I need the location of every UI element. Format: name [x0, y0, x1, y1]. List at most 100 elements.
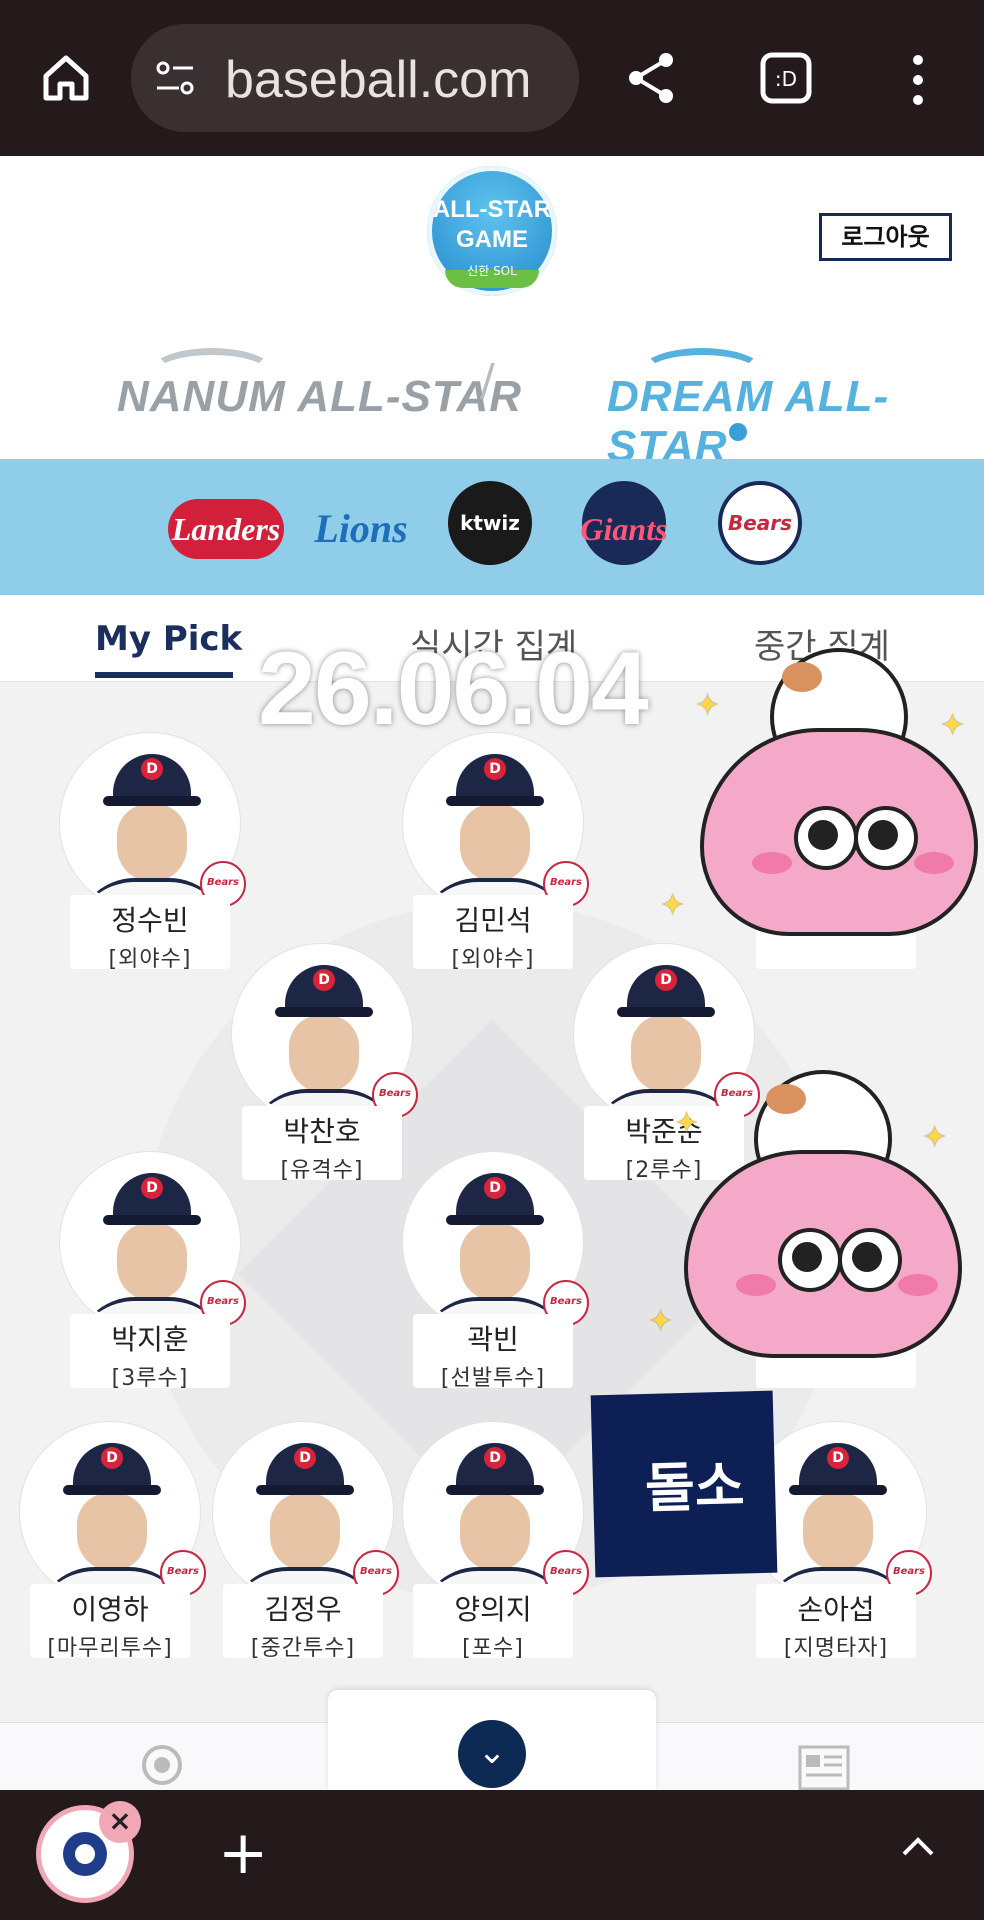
sparkle-icon: ✦	[922, 1120, 948, 1155]
cap-bill	[446, 1215, 544, 1225]
url-text: baseball.com	[225, 51, 532, 109]
tab-my-pick[interactable]: My Pick	[95, 619, 242, 659]
player-card[interactable]: D Bears 이영하 [마무리투수]	[20, 1422, 206, 1662]
browser-toolbar: baseball.com :D	[0, 0, 984, 156]
team-d-logo-icon: D	[484, 1177, 506, 1199]
cap-bill	[446, 1485, 544, 1495]
player-card[interactable]: D Bears 곽빈 [선발투수]	[403, 1152, 589, 1392]
player-namecard: 김정우 [중간투수]	[223, 1584, 383, 1661]
kbo-logo-icon[interactable]	[140, 1743, 184, 1787]
player-namecard: 박지훈 [3루수]	[70, 1314, 230, 1391]
sparkle-icon: ✦	[695, 688, 721, 723]
sticker-bottom: ✦ ✦ ✦	[648, 1070, 962, 1390]
player-namecard: 이영하 [마무리투수]	[30, 1584, 190, 1661]
player-name: 곽빈	[467, 1323, 519, 1356]
player-card[interactable]: D Bears 양의지 [포수]	[403, 1422, 589, 1662]
player-face	[289, 1015, 359, 1093]
player-face	[460, 1223, 530, 1301]
player-card[interactable]: D Bears 김정우 [중간투수]	[213, 1422, 399, 1662]
selected-indicator	[729, 423, 747, 441]
logo-sponsor: 신한 SOL	[467, 264, 517, 278]
team-d-logo-icon: D	[484, 758, 506, 780]
team-d-logo-icon: D	[141, 758, 163, 780]
cap-bill	[63, 1485, 161, 1495]
chevron-up-icon[interactable]	[898, 1830, 938, 1860]
player-card[interactable]: D Bears 김민석 [외야수]	[403, 733, 589, 973]
team-bears-label: Bears	[727, 511, 793, 535]
team-lions[interactable]: Lions	[306, 499, 416, 559]
player-namecard: 손아섭 [지명타자]	[756, 1584, 916, 1661]
allstar-game-logo: ALL-STAR GAME 신한 SOL	[427, 166, 557, 296]
player-position: [마무리투수]	[47, 1636, 173, 1661]
player-card[interactable]: D Bears 박지훈 [3루수]	[60, 1152, 246, 1392]
player-name: 손아섭	[797, 1593, 875, 1626]
news-icon[interactable]	[798, 1745, 850, 1791]
team-ktwiz-label: ktwiz	[460, 511, 520, 535]
team-landers[interactable]: Landers	[168, 499, 284, 559]
player-name: 정수빈	[111, 904, 189, 937]
player-face	[460, 804, 530, 882]
player-name: 이영하	[71, 1593, 149, 1626]
player-position: [3루수]	[111, 1366, 189, 1391]
team-d-logo-icon: D	[827, 1447, 849, 1469]
team-d-logo-icon: D	[484, 1447, 506, 1469]
chevron-down-icon[interactable]: ⌄	[458, 1720, 526, 1788]
tab-switcher-icon[interactable]: :D	[759, 52, 815, 104]
new-tab-icon[interactable]: +	[218, 1818, 268, 1888]
player-name: 양의지	[454, 1593, 532, 1626]
more-menu-icon[interactable]	[906, 52, 930, 108]
sticker-top: ✦ ✦ ✦	[660, 648, 978, 968]
league-separator: /	[480, 355, 495, 406]
cap-bill	[789, 1485, 887, 1495]
cap-bill	[256, 1485, 354, 1495]
address-bar[interactable]: baseball.com	[131, 24, 579, 132]
svg-text::D: :D	[775, 67, 797, 91]
player-namecard: 곽빈 [선발투수]	[413, 1314, 573, 1391]
player-name: 박찬호	[283, 1115, 361, 1148]
team-bears[interactable]: Bears	[718, 481, 802, 565]
ad-logo-text: 돌소	[644, 1454, 746, 1521]
player-face	[117, 1223, 187, 1301]
team-d-logo-icon: D	[294, 1447, 316, 1469]
cap-bill	[275, 1007, 373, 1017]
close-icon[interactable]: ×	[99, 1801, 141, 1843]
team-giants[interactable]: Giants	[572, 499, 676, 559]
player-face	[77, 1493, 147, 1571]
pink-blob-sticker-icon	[700, 728, 978, 936]
player-namecard: 정수빈 [외야수]	[70, 895, 230, 972]
date-overlay: 26.06.04	[258, 631, 649, 747]
sparkle-icon: ✦	[648, 1304, 674, 1339]
team-d-logo-icon: D	[313, 969, 335, 991]
logo-line2: GAME	[456, 226, 528, 253]
cap-bill	[103, 1215, 201, 1225]
team-d-logo-icon: D	[655, 969, 677, 991]
ad-banner[interactable]: 돌소	[590, 1390, 778, 1578]
player-position: [외야수]	[451, 947, 535, 972]
browser-bottom-bar	[0, 1790, 984, 1920]
team-filter-bar: Landers Lions ktwiz Giants Bears	[0, 459, 984, 595]
player-name: 김민석	[454, 904, 532, 937]
logo-line1: ALL-STAR	[432, 196, 552, 223]
home-icon[interactable]	[38, 50, 94, 106]
player-position: [유격수]	[280, 1158, 364, 1183]
logout-button[interactable]: 로그아웃	[819, 213, 952, 261]
dream-allstar-tab[interactable]: DREAM ALL-STAR	[607, 372, 984, 472]
player-name: 김정우	[264, 1593, 342, 1626]
site-settings-icon[interactable]	[153, 56, 199, 102]
player-position: [포수]	[462, 1636, 524, 1661]
sparkle-icon: ✦	[940, 708, 966, 743]
cap-bill	[103, 796, 201, 806]
team-ktwiz[interactable]: ktwiz	[448, 481, 532, 565]
player-card[interactable]: D Bears 박찬호 [유격수]	[232, 944, 418, 1184]
player-namecard: 박찬호 [유격수]	[242, 1106, 402, 1183]
sparkle-icon: ✦	[660, 888, 686, 923]
pink-blob-sticker-icon	[684, 1150, 962, 1358]
player-card[interactable]: D Bears 정수빈 [외야수]	[60, 733, 246, 973]
player-face	[117, 804, 187, 882]
player-namecard: 양의지 [포수]	[413, 1584, 573, 1661]
nanum-allstar-tab[interactable]: NANUM ALL-STAR	[117, 372, 522, 422]
share-icon[interactable]	[624, 50, 680, 106]
player-face	[460, 1493, 530, 1571]
player-namecard: 김민석 [외야수]	[413, 895, 573, 972]
tab-active-underline	[95, 672, 233, 678]
